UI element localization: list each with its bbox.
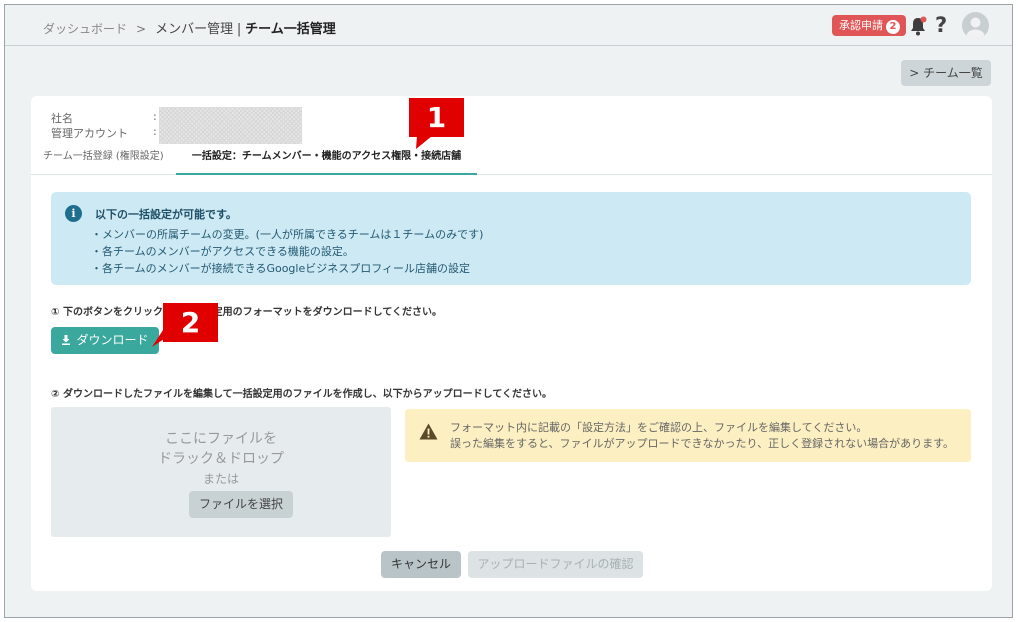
- breadcrumb-divider: |: [236, 22, 242, 37]
- cancel-button[interactable]: キャンセル: [381, 551, 461, 578]
- select-file-button[interactable]: ファイルを選択: [189, 491, 293, 518]
- tab-bar: チーム一括登録 (権限設定) 一括設定：チームメンバー・機能のアクセス権限・接続…: [31, 146, 992, 175]
- notification-bell-icon[interactable]: [909, 16, 927, 36]
- user-avatar-icon[interactable]: [962, 12, 989, 39]
- dropzone-or: または: [202, 472, 239, 486]
- help-icon[interactable]: ?: [935, 13, 947, 37]
- notice-title: 以下の一括設定が可能です。: [95, 208, 237, 221]
- company-name-label: 社名: [51, 112, 73, 125]
- top-bar: ダッシュボード > メンバー管理 | チーム一括管理 承認申請 2 ?: [5, 5, 1012, 46]
- approval-request-label: 承認申請: [839, 19, 883, 32]
- annotation-pointer-2-icon: [152, 330, 170, 347]
- annotation-marker-2: 2: [163, 303, 218, 342]
- avatar-person-icon: [966, 17, 985, 39]
- dropzone-line1: ここにファイルを: [165, 431, 277, 447]
- masked-company-info: [159, 107, 302, 144]
- annotation-pointer-1-icon: [416, 136, 432, 149]
- tab-bulk-settings[interactable]: 一括設定：チームメンバー・機能のアクセス権限・接続店舗: [176, 146, 477, 175]
- warning-icon: [419, 423, 438, 440]
- notice-line: ・各チームのメンバーがアクセスできる機能の設定。: [91, 245, 354, 258]
- main-card: 社名 : 管理アカウント : チーム一括登録 (権限設定) 一括設定：チームメン…: [31, 96, 992, 591]
- company-name-row: 社名 :: [51, 110, 157, 126]
- notice-line: ・各チームのメンバーが接続できるGoogleビジネスプロフィール店舗の設定: [91, 262, 471, 275]
- breadcrumb-chevron-icon: >: [136, 22, 147, 36]
- breadcrumb-dashboard-link[interactable]: ダッシュボード: [43, 22, 127, 36]
- app-window: ダッシュボード > メンバー管理 | チーム一括管理 承認申請 2 ? > チーム一覧…: [4, 4, 1013, 618]
- admin-account-colon: :: [153, 125, 157, 138]
- info-notice: i 以下の一括設定が可能です。 ・メンバーの所属チームの変更。(一人が所属できる…: [51, 192, 971, 285]
- download-button-label: ダウンロード: [76, 333, 149, 347]
- step2-instruction: ② ダウンロードしたファイルを編集して一括設定用のファイルを作成し、以下からアッ…: [51, 389, 553, 400]
- download-button[interactable]: ダウンロード: [51, 327, 159, 354]
- file-dropzone[interactable]: ここにファイルを ドラック＆ドロップ または ファイルを選択: [51, 407, 391, 537]
- dropzone-line2: ドラック＆ドロップ: [158, 451, 284, 467]
- step1-instruction: ① 下のボタンをクリックして一括設定用のフォーマットをダウンロードしてください。: [51, 307, 443, 318]
- confirm-upload-button[interactable]: アップロードファイルの確認: [468, 551, 643, 578]
- annotation-marker-1: 1: [409, 98, 464, 137]
- approval-request-button[interactable]: 承認申請 2: [832, 15, 906, 36]
- warning-line1: フォーマット内に記載の「設定方法」をご確認の上、ファイルを編集してください。: [450, 421, 868, 434]
- team-list-button[interactable]: > チーム一覧: [901, 60, 991, 86]
- admin-account-label: 管理アカウント: [51, 127, 128, 140]
- approval-count-badge: 2: [886, 20, 900, 34]
- download-icon: [62, 335, 71, 345]
- warning-notice: フォーマット内に記載の「設定方法」をご確認の上、ファイルを編集してください。 誤…: [405, 409, 971, 462]
- admin-account-row: 管理アカウント :: [51, 125, 157, 141]
- info-icon: i: [65, 205, 82, 222]
- breadcrumb: ダッシュボード > メンバー管理 | チーム一括管理: [43, 18, 336, 37]
- tab-team-bulk-registration[interactable]: チーム一括登録 (権限設定): [43, 146, 164, 175]
- breadcrumb-members-link[interactable]: メンバー管理: [155, 22, 233, 37]
- company-name-colon: :: [153, 110, 157, 123]
- warning-line2: 誤った編集をすると、ファイルがアップロードできなかったり、正しく登録されない場合…: [450, 437, 955, 450]
- notice-line: ・メンバーの所属チームの変更。(一人が所属できるチームは１チームのみです): [91, 228, 484, 241]
- page-title: チーム一括管理: [245, 22, 336, 37]
